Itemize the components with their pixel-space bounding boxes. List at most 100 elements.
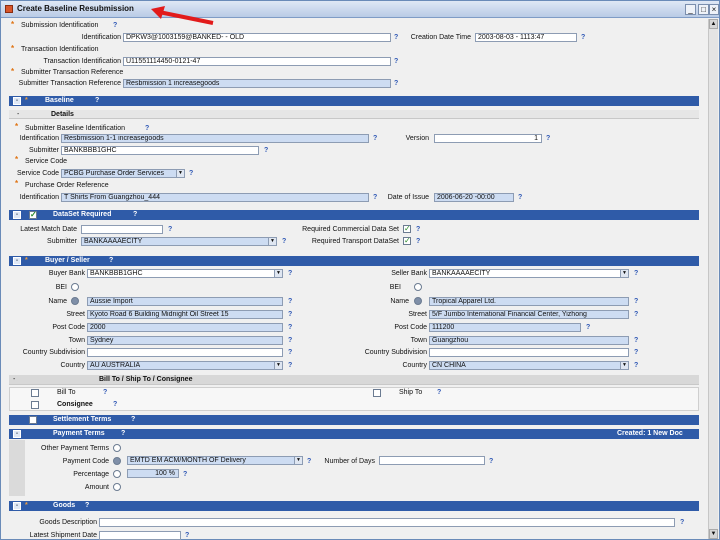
help-icon[interactable]: ? xyxy=(634,362,638,369)
creation-date-field[interactable]: 2003-08-03 - 1113:47 xyxy=(475,33,577,42)
buyer-name-field[interactable]: Aussie Import xyxy=(87,297,283,306)
date-of-issue-field[interactable]: 2006-06-20 -00:00 xyxy=(434,193,514,202)
seller-country-subdivision-field[interactable] xyxy=(429,348,629,357)
collapse-icon[interactable]: - xyxy=(13,257,21,265)
seller-name-field[interactable]: Tropical Apparel Ltd. xyxy=(429,297,629,306)
minimize-button[interactable]: _ xyxy=(685,4,696,15)
help-icon[interactable]: ? xyxy=(680,519,684,526)
seller-name-radio[interactable] xyxy=(414,297,422,305)
help-icon[interactable]: ? xyxy=(95,96,99,106)
scroll-up-icon[interactable]: ▲ xyxy=(709,19,718,29)
help-icon[interactable]: ? xyxy=(394,80,398,87)
buyer-street-field[interactable]: Kyoto Road 6 Building Midnight Oil Stree… xyxy=(87,310,283,319)
help-icon[interactable]: ? xyxy=(288,298,292,305)
help-icon[interactable]: ? xyxy=(288,324,292,331)
ship-to-checkbox[interactable] xyxy=(373,389,381,397)
identification-field[interactable]: DPKW3@1003159@BANKED- - OLD xyxy=(123,33,391,42)
help-icon[interactable]: ? xyxy=(121,429,125,439)
seller-country-dropdown[interactable]: CN CHINA ▼ xyxy=(429,361,629,370)
collapse-icon[interactable]: - xyxy=(13,97,21,105)
other-payment-terms-radio[interactable] xyxy=(113,444,121,452)
seller-street-field[interactable]: 5/F Jumbo International Financial Center… xyxy=(429,310,629,319)
help-icon[interactable]: ? xyxy=(416,238,420,245)
collapse-icon[interactable]: - xyxy=(17,111,19,118)
help-icon[interactable]: ? xyxy=(634,337,638,344)
goods-description-field[interactable] xyxy=(99,518,675,527)
scroll-down-icon[interactable]: ▼ xyxy=(709,529,718,539)
bill-to-checkbox[interactable] xyxy=(31,389,39,397)
po-identification-field[interactable]: T Shirts From Guangzhou_444 xyxy=(61,193,369,202)
help-icon[interactable]: ? xyxy=(168,226,172,233)
buyer-town-field[interactable]: Sydney xyxy=(87,336,283,345)
help-icon[interactable]: ? xyxy=(373,135,377,142)
help-icon[interactable]: ? xyxy=(145,125,149,132)
version-field[interactable]: 1 xyxy=(434,134,542,143)
seller-bank-dropdown[interactable]: BANKAAAAECITY ▼ xyxy=(429,269,629,278)
baseline-section-header[interactable]: - * Baseline ? xyxy=(9,96,699,106)
buyer-country-subdivision-field[interactable] xyxy=(87,348,283,357)
transaction-identification-field[interactable]: U11551114450-0121-47 xyxy=(123,57,391,66)
help-icon[interactable]: ? xyxy=(131,415,135,425)
goods-section-header[interactable]: - * Goods ? xyxy=(9,501,699,511)
help-icon[interactable]: ? xyxy=(288,349,292,356)
settlement-section-header[interactable]: Settlement Terms ? xyxy=(9,415,699,425)
amount-radio[interactable] xyxy=(113,483,121,491)
payment-code-dropdown[interactable]: EMTD EM ACM/MONTH OF Delivery ▼ xyxy=(127,456,303,465)
seller-bei-radio[interactable] xyxy=(414,283,422,291)
buyer-country-dropdown[interactable]: AU AUSTRALIA ▼ xyxy=(87,361,283,370)
help-icon[interactable]: ? xyxy=(634,349,638,356)
vertical-scrollbar[interactable]: ▲ ▼ xyxy=(708,19,718,539)
bill-ship-section-header[interactable]: - Bill To / Ship To / Consignee xyxy=(9,375,699,385)
help-icon[interactable]: ? xyxy=(109,256,113,266)
help-icon[interactable]: ? xyxy=(288,270,292,277)
buyer-name-radio[interactable] xyxy=(71,297,79,305)
help-icon[interactable]: ? xyxy=(586,324,590,331)
required-commercial-dataset-checkbox[interactable] xyxy=(403,224,411,233)
required-transport-dataset-checkbox[interactable] xyxy=(403,236,411,245)
baseline-identification-field[interactable]: Resbmission 1-1 increasegoods xyxy=(61,134,369,143)
payment-section-header[interactable]: - Payment Terms ? Created: 1 New Doc xyxy=(9,429,699,439)
collapse-icon[interactable]: - xyxy=(13,502,21,510)
help-icon[interactable]: ? xyxy=(634,270,638,277)
help-icon[interactable]: ? xyxy=(489,458,493,465)
help-icon[interactable]: ? xyxy=(288,337,292,344)
help-icon[interactable]: ? xyxy=(133,210,137,220)
percentage-radio[interactable] xyxy=(113,470,121,478)
help-icon[interactable]: ? xyxy=(113,401,117,408)
help-icon[interactable]: ? xyxy=(103,389,107,396)
help-icon[interactable]: ? xyxy=(288,311,292,318)
seller-town-field[interactable]: Guangzhou xyxy=(429,336,629,345)
help-icon[interactable]: ? xyxy=(185,532,189,539)
collapse-icon[interactable]: - xyxy=(13,376,15,383)
help-icon[interactable]: ? xyxy=(373,194,377,201)
help-icon[interactable]: ? xyxy=(189,170,193,177)
dataset-submitter-dropdown[interactable]: BANKAAAAECITY ▼ xyxy=(81,237,277,246)
help-icon[interactable]: ? xyxy=(264,147,268,154)
submitter-field[interactable]: BANKBBB1GHC xyxy=(61,146,259,155)
submitter-transaction-reference-field[interactable]: Resbmission 1 increasegoods xyxy=(123,79,391,88)
help-icon[interactable]: ? xyxy=(113,22,117,29)
help-icon[interactable]: ? xyxy=(634,298,638,305)
help-icon[interactable]: ? xyxy=(288,362,292,369)
buyer-seller-section-header[interactable]: - * Buyer / Seller ? xyxy=(9,256,699,266)
buyer-bank-dropdown[interactable]: BANKBBB1GHC ▼ xyxy=(87,269,283,278)
help-icon[interactable]: ? xyxy=(183,471,187,478)
service-code-dropdown[interactable]: PCBG Purchase Order Services ▼ xyxy=(61,169,185,178)
help-icon[interactable]: ? xyxy=(394,58,398,65)
details-subheader[interactable]: - Details xyxy=(9,110,699,119)
dataset-required-checkbox[interactable] xyxy=(29,210,37,220)
help-icon[interactable]: ? xyxy=(416,226,420,233)
seller-post-code-field[interactable]: 111200 xyxy=(429,323,581,332)
help-icon[interactable]: ? xyxy=(581,34,585,41)
buyer-bei-radio[interactable] xyxy=(71,283,79,291)
collapse-icon[interactable]: - xyxy=(13,430,21,438)
close-button[interactable]: × xyxy=(709,4,719,15)
number-of-days-field[interactable] xyxy=(379,456,485,465)
help-icon[interactable]: ? xyxy=(307,458,311,465)
collapse-icon[interactable]: - xyxy=(13,211,21,219)
payment-code-radio[interactable] xyxy=(113,457,121,465)
help-icon[interactable]: ? xyxy=(518,194,522,201)
dataset-section-header[interactable]: - DataSet Required ? xyxy=(9,210,699,220)
consignee-checkbox[interactable] xyxy=(31,401,39,409)
help-icon[interactable]: ? xyxy=(394,34,398,41)
